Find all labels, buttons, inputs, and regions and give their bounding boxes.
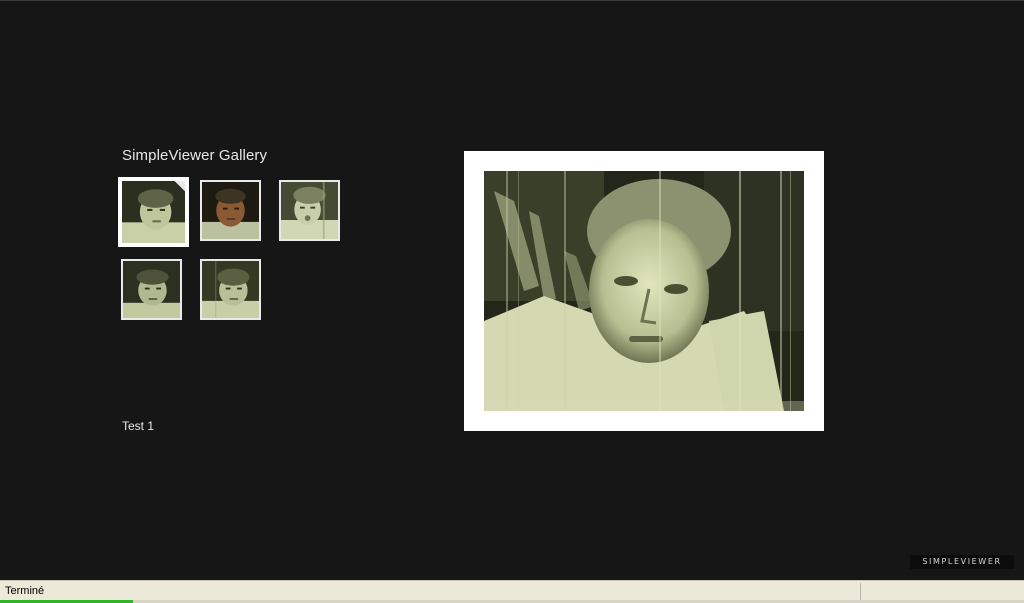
browser-status-bar: Terminé xyxy=(0,580,1024,603)
thumbnail-photo xyxy=(202,261,259,318)
main-image[interactable] xyxy=(484,171,804,411)
simpleviewer-stage: SimpleViewer Gallery Test 1 SIMPLEVIEWER xyxy=(0,0,1024,580)
simpleviewer-logo[interactable]: SIMPLEVIEWER xyxy=(910,555,1014,569)
thumbnail-4[interactable] xyxy=(121,259,182,320)
thumbnail-5[interactable] xyxy=(200,259,261,320)
thumbnail-photo xyxy=(202,182,259,239)
thumbnail-photo xyxy=(281,182,338,239)
thumbnail-3[interactable] xyxy=(279,180,340,241)
main-photo xyxy=(484,171,804,411)
thumbnail-2[interactable] xyxy=(200,180,261,241)
main-image-frame[interactable] xyxy=(464,151,824,431)
thumbnail-photo xyxy=(122,181,185,243)
thumbnail-1[interactable] xyxy=(118,177,189,247)
gallery-title: SimpleViewer Gallery xyxy=(122,147,268,164)
image-caption: Test 1 xyxy=(122,419,155,433)
thumbnail-photo xyxy=(123,261,180,318)
status-text: Terminé xyxy=(5,585,45,597)
status-divider xyxy=(860,583,861,601)
